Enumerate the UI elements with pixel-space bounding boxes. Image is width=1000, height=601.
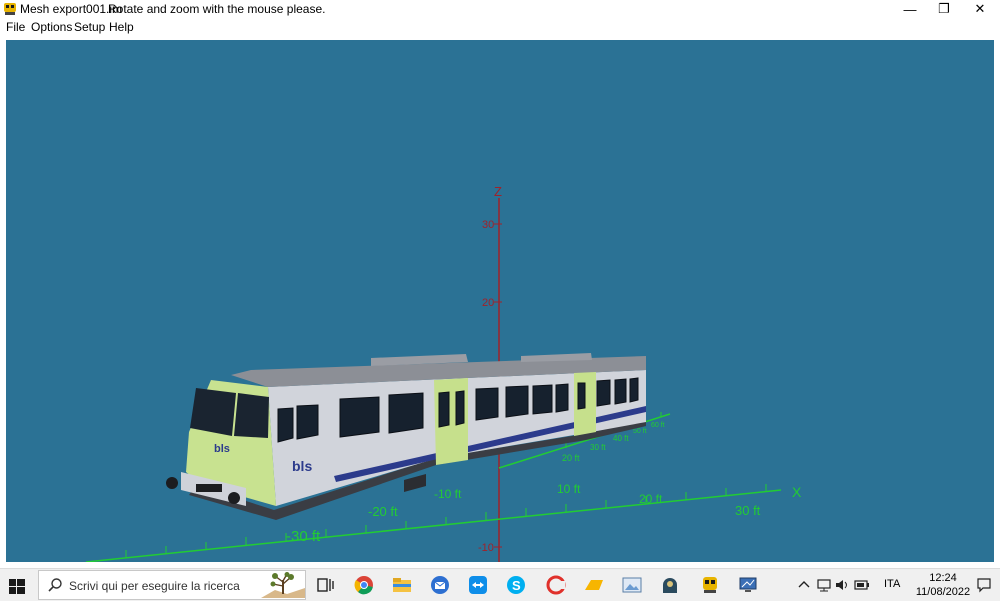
train-cab-windshield xyxy=(190,388,236,436)
thunderbird-icon[interactable] xyxy=(427,573,453,597)
window-title-message: Rotate and zoom with the mouse please. xyxy=(108,2,326,16)
windows-logo-icon[interactable] xyxy=(6,575,28,597)
y-tick-50ft: 50 ft xyxy=(633,428,647,435)
y-tick-40ft: 40 ft xyxy=(613,434,629,443)
teamviewer-icon[interactable] xyxy=(465,573,491,597)
close-button[interactable]: ✕ xyxy=(962,0,998,18)
y-tick-30ft: 30 ft xyxy=(590,443,606,452)
clock-date[interactable]: 11/08/2022 xyxy=(908,586,978,598)
x-tick-10ft: 10 ft xyxy=(557,482,581,496)
search-icon xyxy=(48,578,62,592)
z-tick-20: 20 xyxy=(482,297,494,309)
menu-bar: File Options Setup Help xyxy=(0,18,1000,36)
menu-help[interactable]: Help xyxy=(109,20,134,34)
y-tick-20ft: 20 ft xyxy=(562,453,580,463)
clock-time[interactable]: 12:24 xyxy=(920,572,966,584)
svg-text:S: S xyxy=(512,578,521,593)
menu-setup[interactable]: Setup xyxy=(74,20,105,34)
buffer-left xyxy=(166,477,178,489)
taskbar-search-box[interactable]: Scrivi qui per eseguire la ricerca xyxy=(38,570,306,600)
train-cab-windshield-2 xyxy=(234,393,269,438)
network-icon[interactable] xyxy=(816,577,832,593)
skype-icon[interactable]: S xyxy=(503,573,529,597)
game-icon[interactable] xyxy=(657,573,683,597)
folder-yellow-icon[interactable] xyxy=(581,573,607,597)
window-title-file: Mesh export001.im xyxy=(20,2,123,16)
train-logo-side: bls xyxy=(292,458,312,474)
3d-viewport[interactable]: Z 30 20 -10 X 10 ft 20 ft 30 ft -10 ft -… xyxy=(6,40,994,562)
system-tray: ITA 12:24 11/08/2022 xyxy=(790,569,1000,601)
battery-icon[interactable] xyxy=(854,577,870,593)
train-logo-cab: bls xyxy=(214,443,230,455)
z-tick-30: 30 xyxy=(482,219,494,231)
title-bar[interactable]: Mesh export001.im Rotate and zoom with t… xyxy=(0,0,1000,18)
file-explorer-icon[interactable] xyxy=(389,573,415,597)
search-placeholder: Scrivi qui per eseguire la ricerca xyxy=(69,579,240,593)
restore-button[interactable]: ❐ xyxy=(926,0,962,18)
x-tick-neg-20ft: -20 ft xyxy=(368,504,398,519)
taskbar: Scrivi qui per eseguire la ricerca S ITA… xyxy=(0,568,1000,601)
monitor-app-icon[interactable] xyxy=(735,573,761,597)
volume-icon[interactable] xyxy=(834,577,850,593)
x-tick-neg-10ft: -10 ft xyxy=(434,487,462,501)
task-view-icon[interactable] xyxy=(313,573,339,597)
y-tick-60ft: 60 ft xyxy=(651,422,665,429)
z-tick-neg-10: -10 xyxy=(478,542,494,554)
app-train-icon xyxy=(4,3,16,15)
notification-icon[interactable] xyxy=(976,577,992,593)
train-app-icon[interactable] xyxy=(697,573,723,597)
menu-file[interactable]: File xyxy=(6,20,25,34)
photo-viewer-icon[interactable] xyxy=(619,573,645,597)
z-axis-label: Z xyxy=(494,184,502,199)
input-language[interactable]: ITA xyxy=(884,578,900,590)
coupler xyxy=(196,484,222,492)
chevron-up-icon[interactable] xyxy=(796,577,812,593)
search-highlight-tree-icon xyxy=(261,572,305,598)
ccleaner-icon[interactable] xyxy=(543,573,569,597)
buffer-right xyxy=(228,492,240,504)
x-tick-30ft: 30 ft xyxy=(735,503,761,518)
menu-options[interactable]: Options xyxy=(31,20,72,34)
x-tick-neg-30ft: -30 ft xyxy=(286,528,321,545)
train-bogie-front xyxy=(404,474,426,492)
chrome-icon[interactable] xyxy=(351,573,377,597)
minimize-button[interactable]: — xyxy=(892,0,928,18)
x-axis-label: X xyxy=(792,484,802,500)
x-tick-20ft: 20 ft xyxy=(639,492,663,506)
3d-scene[interactable]: Z 30 20 -10 X 10 ft 20 ft 30 ft -10 ft -… xyxy=(6,40,994,562)
